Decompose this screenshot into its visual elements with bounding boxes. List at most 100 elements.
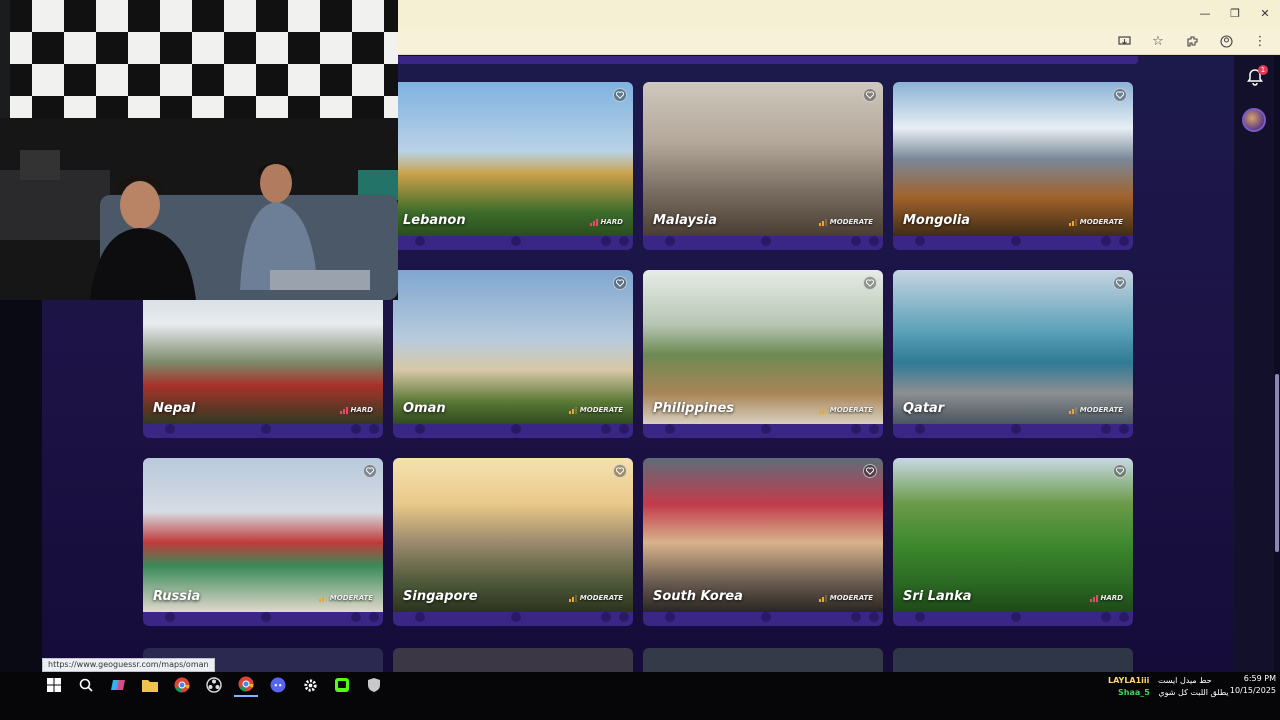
- extensions-icon[interactable]: [1178, 29, 1206, 53]
- partial-card[interactable]: [893, 648, 1133, 672]
- rail-knob: [261, 424, 271, 434]
- install-app-icon[interactable]: [1110, 29, 1138, 53]
- rail-knob: [1119, 236, 1129, 246]
- chrome-active-icon[interactable]: [234, 673, 258, 697]
- favorite-heart-icon[interactable]: [363, 464, 377, 478]
- windows-start-icon[interactable]: [42, 673, 66, 697]
- search-icon[interactable]: [74, 673, 98, 697]
- rail-knob: [165, 424, 175, 434]
- security-shield-icon[interactable]: [362, 673, 386, 697]
- rail-knob: [165, 612, 175, 622]
- user-avatar[interactable]: [1242, 108, 1266, 132]
- map-card-singapore[interactable]: Singapore MODERATE: [393, 458, 633, 626]
- rail-knob: [851, 612, 861, 622]
- difficulty-bar: [595, 218, 598, 226]
- card-rail: [893, 612, 1133, 626]
- map-card-philippines[interactable]: Philippines MODERATE: [643, 270, 883, 438]
- favorite-heart-icon[interactable]: [1113, 88, 1127, 102]
- streaming-app-icon[interactable]: [330, 673, 354, 697]
- card-rail: [143, 424, 383, 438]
- partial-card[interactable]: [393, 648, 633, 672]
- map-card-south-korea[interactable]: South Korea MODERATE: [643, 458, 883, 626]
- card-rail: [393, 612, 633, 626]
- rail-knob: [369, 424, 379, 434]
- map-card-lebanon[interactable]: Lebanon HARD: [393, 82, 633, 250]
- favorite-heart-icon[interactable]: [863, 464, 877, 478]
- favorite-heart-icon[interactable]: [1113, 276, 1127, 290]
- favorite-heart-icon[interactable]: [613, 88, 627, 102]
- chrome-icon[interactable]: [170, 673, 194, 697]
- chat-message: حط ميدل ايست: [1157, 676, 1212, 685]
- discord-icon[interactable]: [266, 673, 290, 697]
- page-scrollbar[interactable]: [1274, 56, 1280, 672]
- file-explorer-icon[interactable]: [138, 673, 162, 697]
- map-card-oman[interactable]: Oman MODERATE: [393, 270, 633, 438]
- close-window-button[interactable]: ✕: [1250, 0, 1280, 27]
- favorite-heart-icon[interactable]: [613, 276, 627, 290]
- card-rail: [393, 236, 633, 250]
- rail-knob: [511, 236, 521, 246]
- map-card-sri-lanka[interactable]: Sri Lanka HARD: [893, 458, 1133, 626]
- restore-button[interactable]: ❐: [1220, 0, 1250, 27]
- rail-knob: [915, 236, 925, 246]
- difficulty-bar: [574, 406, 577, 414]
- difficulty-badge: MODERATE: [318, 594, 373, 602]
- acoustic-panels: [10, 0, 398, 120]
- difficulty-badge: MODERATE: [568, 594, 623, 602]
- window-controls: — ❐ ✕: [1190, 0, 1280, 27]
- difficulty-bars-icon: [1068, 406, 1077, 414]
- minimize-button[interactable]: —: [1190, 0, 1220, 27]
- scrollbar-thumb[interactable]: [1275, 374, 1279, 552]
- favorite-heart-icon[interactable]: [613, 464, 627, 478]
- rail-knob: [915, 612, 925, 622]
- map-card-title: Lebanon: [403, 213, 466, 228]
- difficulty-bar: [824, 218, 827, 226]
- windows-taskbar: LAYLA1iii حط ميدل ايست Shaa_5 يطلق اللبت…: [0, 672, 1280, 720]
- rail-knob: [351, 612, 361, 622]
- difficulty-bar: [821, 408, 824, 414]
- obs-icon[interactable]: [202, 673, 226, 697]
- rail-knob: [261, 612, 271, 622]
- browser-menu-icon[interactable]: ⋮: [1246, 29, 1274, 53]
- map-card-malaysia[interactable]: Malaysia MODERATE: [643, 82, 883, 250]
- map-card-mongolia[interactable]: Mongolia MODERATE: [893, 82, 1133, 250]
- settings-gear-icon[interactable]: [298, 673, 322, 697]
- difficulty-bar: [824, 594, 827, 602]
- bookmark-star-icon[interactable]: ☆: [1144, 29, 1172, 53]
- map-card-title: Malaysia: [653, 213, 717, 228]
- rail-knob: [1119, 424, 1129, 434]
- difficulty-badge: MODERATE: [1068, 218, 1123, 226]
- partial-card[interactable]: [643, 648, 883, 672]
- favorite-heart-icon[interactable]: [1113, 464, 1127, 478]
- difficulty-label: MODERATE: [329, 594, 373, 602]
- difficulty-bar: [1089, 598, 1092, 602]
- map-card-title: Nepal: [153, 401, 196, 416]
- rail-knob: [761, 236, 771, 246]
- difficulty-bar: [1095, 594, 1098, 602]
- difficulty-bar: [318, 598, 321, 602]
- difficulty-bar: [1092, 596, 1095, 602]
- chat-message: يطلق اللبت كل شوي: [1158, 688, 1229, 697]
- map-card-title: Mongolia: [903, 213, 971, 228]
- copilot-icon[interactable]: [106, 673, 130, 697]
- difficulty-label: HARD: [350, 406, 373, 414]
- difficulty-bar: [824, 406, 827, 414]
- difficulty-bars-icon: [318, 594, 327, 602]
- rail-knob: [665, 424, 675, 434]
- rail-knob: [415, 424, 425, 434]
- difficulty-label: MODERATE: [829, 218, 873, 226]
- map-card-russia[interactable]: Russia MODERATE: [143, 458, 383, 626]
- notification-badge: 1: [1258, 65, 1268, 75]
- card-rail: [143, 612, 383, 626]
- difficulty-bar: [818, 410, 821, 414]
- difficulty-label: MODERATE: [829, 406, 873, 414]
- map-card-qatar[interactable]: Qatar MODERATE: [893, 270, 1133, 438]
- rail-knob: [665, 236, 675, 246]
- profile-icon[interactable]: [1212, 29, 1240, 53]
- webcam-overlay: [0, 0, 398, 300]
- favorite-heart-icon[interactable]: [863, 88, 877, 102]
- favorite-heart-icon[interactable]: [863, 276, 877, 290]
- clock-time: 6:59 PM: [1243, 674, 1276, 683]
- system-clock[interactable]: 6:59 PM 10/15/2025: [1230, 674, 1276, 695]
- difficulty-bar: [818, 222, 821, 226]
